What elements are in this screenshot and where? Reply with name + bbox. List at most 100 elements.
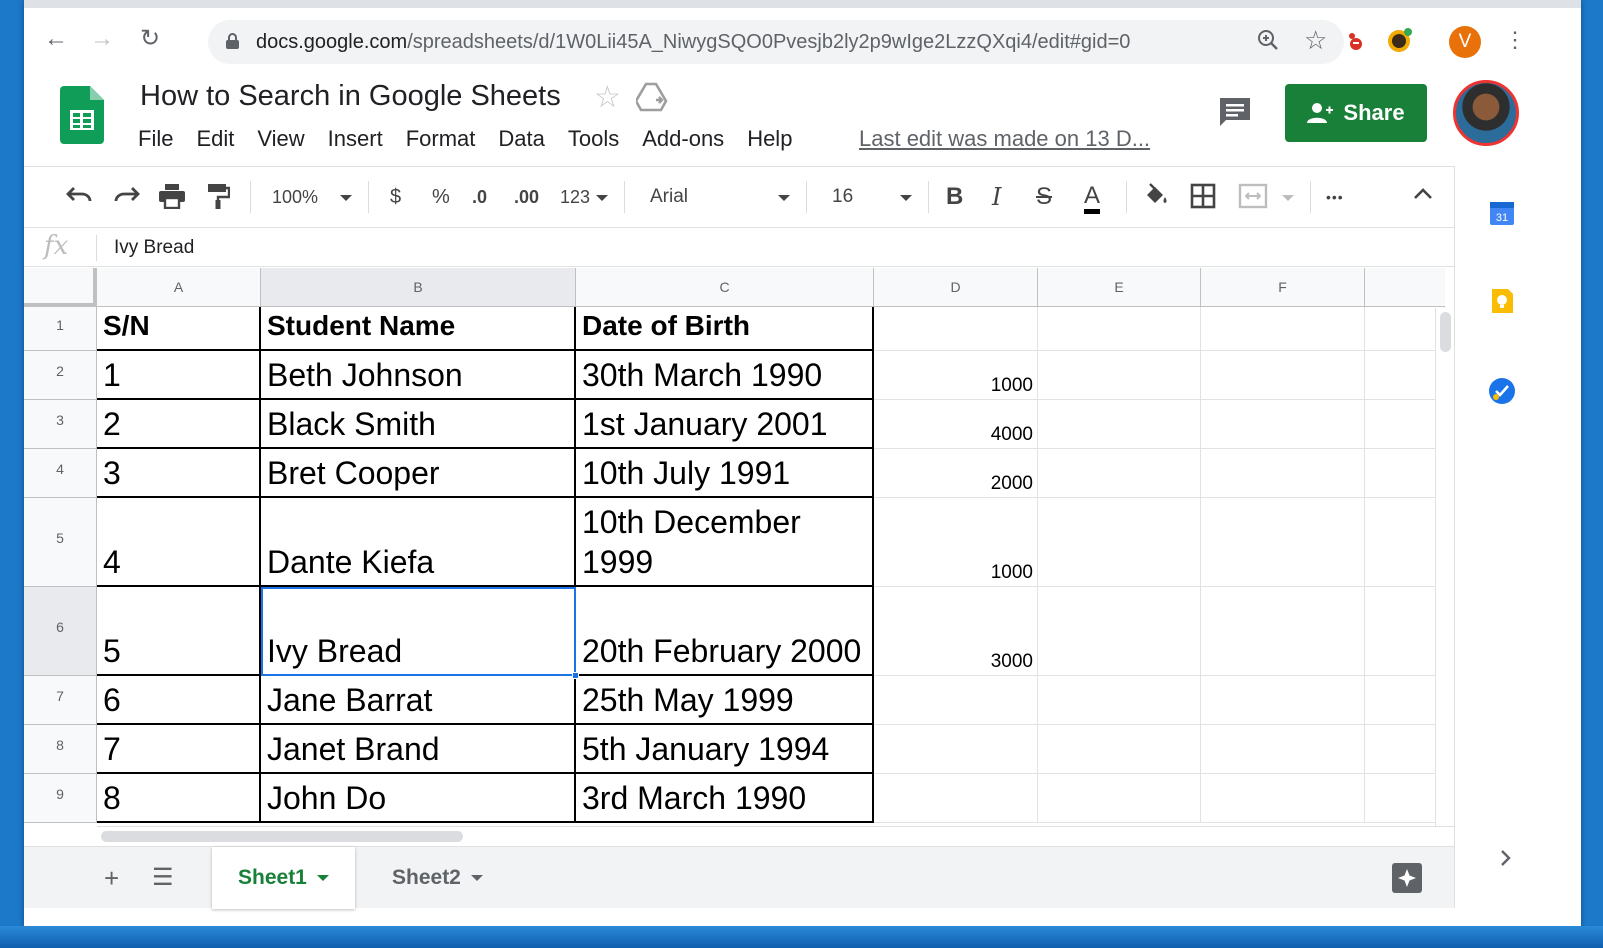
row-header[interactable]: 3 [24,400,97,449]
zoom-icon[interactable] [1256,28,1280,58]
bold-button[interactable]: B [946,183,963,211]
cell-e7[interactable] [1038,676,1201,725]
cell-f6[interactable] [1201,587,1365,676]
italic-button[interactable]: I [992,183,1001,211]
all-sheets-icon[interactable]: ☰ [152,863,174,892]
redo-icon[interactable] [112,183,140,214]
cell-f5[interactable] [1201,498,1365,587]
column-header-a[interactable]: A [97,268,261,307]
cell-g4[interactable] [1365,449,1445,498]
star-icon[interactable]: ☆ [594,80,621,115]
account-avatar[interactable] [1453,80,1519,146]
expand-panel-chevron-icon[interactable] [1495,848,1525,878]
cell-c5[interactable]: 10th December 1999 [576,498,874,587]
cell-d9[interactable] [874,774,1038,823]
cell-c6[interactable]: 20th February 2000 [576,587,874,676]
cell-e2[interactable] [1038,351,1201,400]
cell-g2[interactable] [1365,351,1445,400]
zoom-dropdown-icon[interactable] [340,195,352,201]
omnibox[interactable]: docs.google.com/spreadsheets/d/1W0Lii45A… [208,20,1344,64]
back-arrow-icon[interactable]: ← [42,26,70,54]
share-button[interactable]: Share [1285,84,1427,142]
menu-format[interactable]: Format [406,126,476,152]
column-header-d[interactable]: D [874,268,1038,307]
hide-menus-chevron-icon[interactable] [1412,183,1434,212]
cell-g5[interactable] [1365,498,1445,587]
cell-d7[interactable] [874,676,1038,725]
cell-b2[interactable]: Beth Johnson [261,351,576,400]
menu-help[interactable]: Help [747,126,792,152]
cell-b8[interactable]: Janet Brand [261,725,576,774]
vertical-scrollbar[interactable] [1435,308,1454,826]
cell-c7[interactable]: 25th May 1999 [576,676,874,725]
cell-d2[interactable]: 1000 [874,351,1038,400]
borders-icon[interactable] [1190,183,1216,216]
cell-g6[interactable] [1365,587,1445,676]
row-header[interactable]: 8 [24,725,97,774]
calendar-icon[interactable]: 31 [1487,198,1517,228]
strikethrough-button[interactable]: S [1036,183,1052,211]
cell-a7[interactable]: 6 [97,676,261,725]
cell-d5[interactable]: 1000 [874,498,1038,587]
tab-sheet2[interactable]: Sheet2 [366,847,509,909]
fill-color-icon[interactable] [1142,183,1170,216]
tab-sheet1[interactable]: Sheet1 [212,847,355,909]
cell-f4[interactable] [1201,449,1365,498]
increase-decimal-button[interactable]: .00 [514,183,539,211]
row-header[interactable]: 6 [24,587,97,676]
cell-g1[interactable] [1365,307,1445,351]
last-edit-link[interactable]: Last edit was made on 13 D... [859,126,1150,152]
cell-e9[interactable] [1038,774,1201,823]
cell-g8[interactable] [1365,725,1445,774]
cell-c9[interactable]: 3rd March 1990 [576,774,874,823]
menu-view[interactable]: View [257,126,304,152]
move-to-drive-icon[interactable] [634,82,668,117]
font-size-select[interactable]: 16 [832,183,853,211]
row-header[interactable]: 9 [24,774,97,823]
cell-b3[interactable]: Black Smith [261,400,576,449]
menu-tools[interactable]: Tools [568,126,619,152]
number-format-dropdown-icon[interactable] [596,195,608,201]
font-size-dropdown-icon[interactable] [900,195,912,201]
column-header-b[interactable]: B [261,268,576,307]
cell-c4[interactable]: 10th July 1991 [576,449,874,498]
document-title[interactable]: How to Search in Google Sheets [140,80,561,113]
percent-format-button[interactable]: % [432,183,450,211]
cell-c8[interactable]: 5th January 1994 [576,725,874,774]
vertical-scroll-thumb[interactable] [1440,312,1451,352]
print-icon[interactable] [158,183,186,216]
cell-e3[interactable] [1038,400,1201,449]
cell-b4[interactable]: Bret Cooper [261,449,576,498]
cell-b6[interactable]: Ivy Bread [261,587,576,676]
sheet1-menu-icon[interactable] [316,875,329,881]
column-header-c[interactable]: C [576,268,874,307]
cell-d1[interactable] [874,307,1038,351]
cell-b1[interactable]: Student Name [261,307,576,351]
cell-f2[interactable] [1201,351,1365,400]
chrome-profile-avatar[interactable]: V [1449,26,1481,58]
cell-f1[interactable] [1201,307,1365,351]
cell-g7[interactable] [1365,676,1445,725]
cell-a2[interactable]: 1 [97,351,261,400]
cell-d3[interactable]: 4000 [874,400,1038,449]
cell-b9[interactable]: John Do [261,774,576,823]
menu-add-ons[interactable]: Add-ons [642,126,724,152]
column-header-f[interactable]: F [1201,268,1365,307]
row-header[interactable]: 2 [24,351,97,400]
cell-f3[interactable] [1201,400,1365,449]
cell-f7[interactable] [1201,676,1365,725]
cell-a4[interactable]: 3 [97,449,261,498]
forward-arrow-icon[interactable]: → [88,26,116,54]
cell-a8[interactable]: 7 [97,725,261,774]
menu-insert[interactable]: Insert [328,126,383,152]
row-header[interactable]: 7 [24,676,97,725]
menu-data[interactable]: Data [498,126,544,152]
cell-f9[interactable] [1201,774,1365,823]
font-select[interactable]: Arial [650,183,688,211]
menu-edit[interactable]: Edit [196,126,234,152]
url-text[interactable]: docs.google.com/spreadsheets/d/1W0Lii45A… [256,31,1130,54]
row-header[interactable]: 1 [24,307,97,351]
row-header[interactable]: 5 [24,498,97,587]
cell-e1[interactable] [1038,307,1201,351]
formula-input[interactable]: Ivy Bread [114,237,194,259]
